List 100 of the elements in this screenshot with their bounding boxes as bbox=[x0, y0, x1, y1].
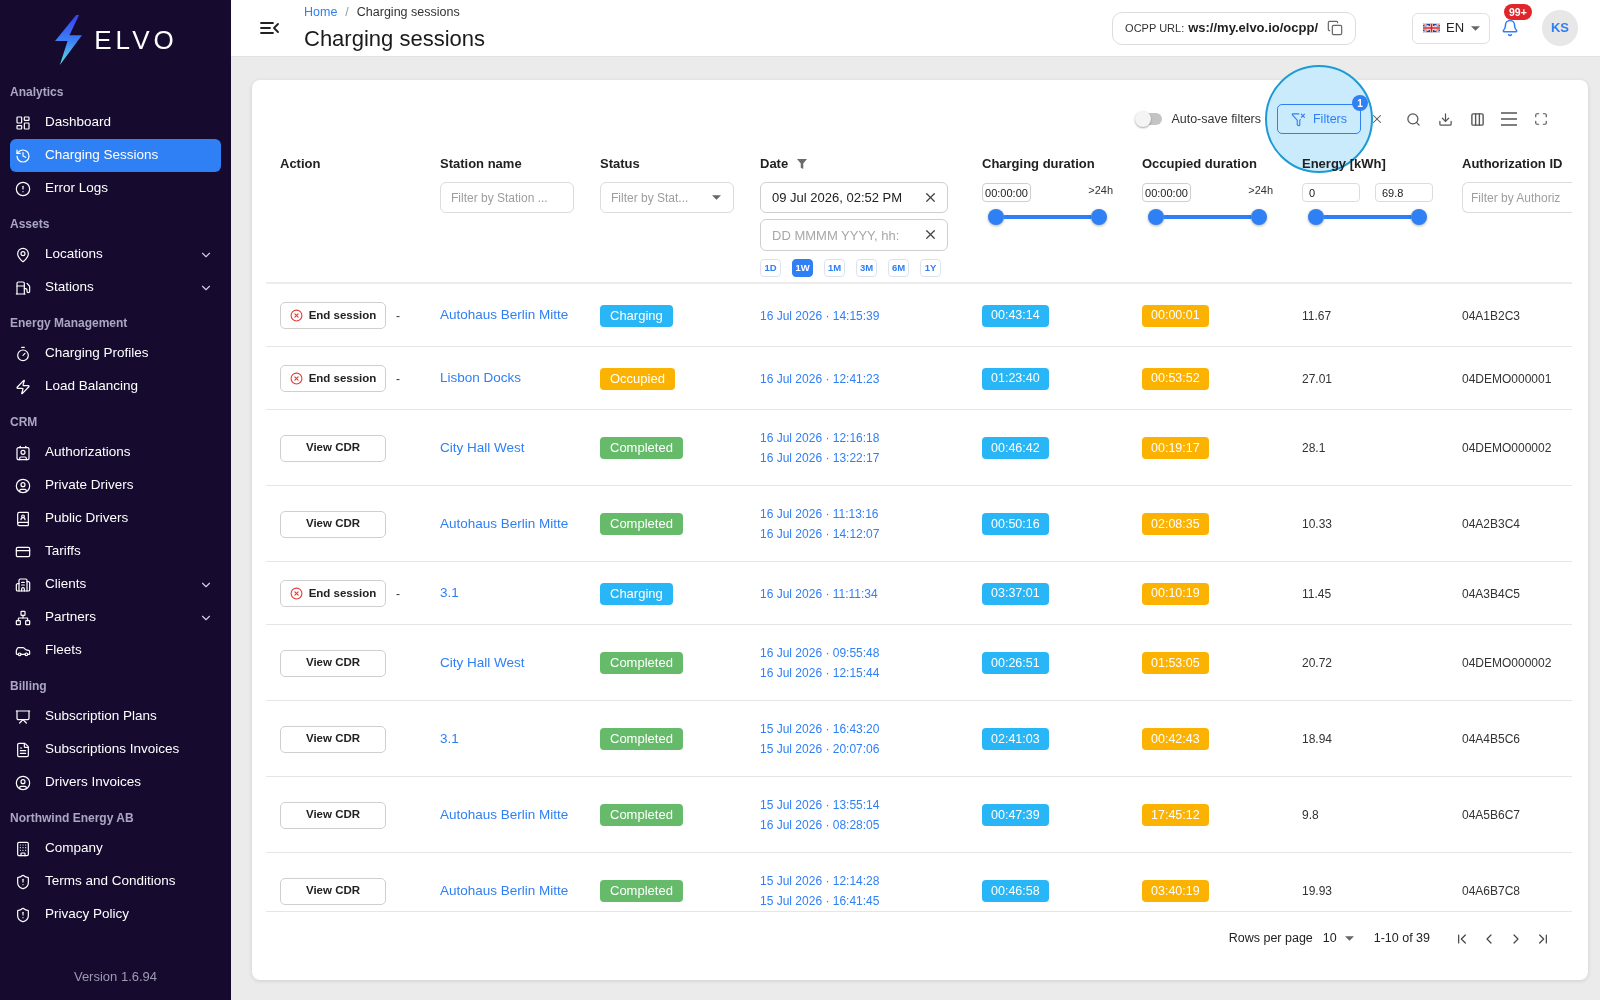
filter-input[interactable]: Filter by Station ... bbox=[440, 182, 574, 213]
station-link[interactable]: Autohaus Berlin Mitte bbox=[440, 804, 569, 826]
filter-input[interactable]: Filter by Authoriz bbox=[1462, 182, 1572, 213]
date-from-input[interactable]: 09 Jul 2026, 02:52 PM bbox=[760, 182, 948, 213]
contact-card-icon bbox=[15, 444, 31, 461]
energy-max-input[interactable]: 69.8 bbox=[1375, 183, 1433, 202]
nav-item[interactable]: Load Balancing bbox=[10, 370, 221, 403]
nav-item[interactable]: Fleets bbox=[10, 634, 221, 667]
slider-handle[interactable] bbox=[1251, 209, 1267, 225]
nav-item[interactable]: Partners bbox=[10, 601, 221, 634]
column-header: Date bbox=[760, 155, 789, 174]
nav-item[interactable]: Public Drivers bbox=[10, 502, 221, 535]
notification-bell-icon[interactable] bbox=[1501, 18, 1519, 38]
nav-item[interactable]: Charging Sessions bbox=[10, 139, 221, 172]
lightning-icon bbox=[15, 378, 31, 395]
date-preset-button[interactable]: 1D bbox=[760, 259, 781, 277]
status-badge: Completed bbox=[600, 728, 683, 750]
session-time: 15 Jul 2026 · 20:07:06 bbox=[760, 741, 881, 758]
date-preset-button[interactable]: 1M bbox=[824, 259, 845, 277]
nav-item[interactable]: Clients bbox=[10, 568, 221, 601]
authorization-id: 04A3B4C5 bbox=[1462, 585, 1521, 603]
slider-handle[interactable] bbox=[1091, 209, 1107, 225]
page-range-text: 1-10 of 39 bbox=[1373, 930, 1430, 948]
nav-item[interactable]: Terms and Conditions bbox=[10, 865, 221, 898]
charging-duration-badge: 00:43:14 bbox=[982, 304, 1049, 327]
authorization-id: 04A5B6C7 bbox=[1462, 807, 1521, 824]
nav-item[interactable]: Stations bbox=[10, 271, 221, 304]
slider-handle[interactable] bbox=[1308, 209, 1324, 225]
session-time: 16 Jul 2026 · 11:13:16 bbox=[760, 506, 880, 523]
column-header: Authorization ID bbox=[1462, 155, 1563, 174]
density-lines-icon[interactable] bbox=[1501, 112, 1517, 126]
slider-handle[interactable] bbox=[1148, 209, 1164, 225]
station-link[interactable]: Autohaus Berlin Mitte bbox=[440, 513, 569, 535]
download-icon[interactable] bbox=[1438, 111, 1453, 127]
dash-text: - bbox=[396, 585, 400, 603]
view-cdr-button[interactable]: View CDR bbox=[280, 877, 386, 905]
energy-min-input[interactable]: 0 bbox=[1302, 183, 1360, 202]
nav-item[interactable]: Company bbox=[10, 832, 221, 865]
rows-per-page-select[interactable]: 10 bbox=[1322, 929, 1354, 948]
breadcrumb-link[interactable]: Home bbox=[304, 2, 338, 22]
date-to-input[interactable]: DD MMMM YYYY, hh: bbox=[760, 219, 948, 251]
status-badge: Completed bbox=[600, 880, 683, 902]
search-icon[interactable] bbox=[1406, 111, 1421, 127]
nav-item[interactable]: Authorizations bbox=[10, 436, 221, 469]
occupied-duration-badge: 02:08:35 bbox=[1142, 513, 1209, 535]
nav-item[interactable]: Subscriptions Invoices bbox=[10, 733, 221, 766]
station-link[interactable]: Autohaus Berlin Mitte bbox=[440, 880, 569, 902]
clear-icon[interactable] bbox=[923, 190, 938, 205]
nav-item[interactable]: Dashboard bbox=[10, 106, 221, 139]
occupied-duration-badge: 00:53:52 bbox=[1142, 367, 1209, 390]
nav-item[interactable]: Error Logs bbox=[10, 172, 221, 205]
station-link[interactable]: City Hall West bbox=[440, 437, 525, 459]
nav-item[interactable]: Subscription Plans bbox=[10, 700, 221, 733]
end-session-button[interactable]: End session bbox=[280, 365, 386, 392]
end-session-button[interactable]: End session bbox=[280, 580, 386, 607]
authorization-id: 04DEMO000002 bbox=[1462, 655, 1552, 672]
date-preset-button[interactable]: 1Y bbox=[920, 259, 941, 277]
station-link[interactable]: 3.1 bbox=[440, 583, 459, 604]
energy-value: 19.93 bbox=[1302, 883, 1333, 900]
station-link[interactable]: City Hall West bbox=[440, 652, 525, 674]
duration-min-input[interactable]: 00:00:00 bbox=[982, 183, 1031, 202]
occupied-duration-badge: 01:53:05 bbox=[1142, 652, 1209, 674]
auto-save-toggle[interactable] bbox=[1135, 111, 1164, 127]
view-cdr-button[interactable]: View CDR bbox=[280, 510, 386, 538]
fullscreen-icon[interactable] bbox=[1534, 112, 1548, 126]
nav-item[interactable]: Locations bbox=[10, 238, 221, 271]
nav-item[interactable]: Drivers Invoices bbox=[10, 766, 221, 799]
view-cdr-button[interactable]: View CDR bbox=[280, 434, 386, 462]
slider-handle[interactable] bbox=[988, 209, 1004, 225]
status-badge: Completed bbox=[600, 652, 683, 674]
copy-icon[interactable] bbox=[1327, 20, 1343, 36]
close-icon[interactable] bbox=[1370, 112, 1384, 126]
menu-collapse-icon[interactable] bbox=[260, 20, 280, 36]
duration-min-input[interactable]: 00:00:00 bbox=[1142, 183, 1191, 202]
session-time: 15 Jul 2026 · 16:43:20 bbox=[760, 721, 881, 738]
funnel-icon[interactable] bbox=[797, 159, 808, 169]
slider-handle[interactable] bbox=[1411, 209, 1427, 225]
session-time: 16 Jul 2026 · 14:15:39 bbox=[760, 307, 881, 325]
language-select[interactable]: EN bbox=[1412, 12, 1490, 44]
caret-icon bbox=[712, 195, 721, 200]
nav-item[interactable]: Tariffs bbox=[10, 535, 221, 568]
date-preset-button[interactable]: 6M bbox=[888, 259, 909, 277]
nav-item[interactable]: Charging Profiles bbox=[10, 337, 221, 370]
station-link[interactable]: Autohaus Berlin Mitte bbox=[440, 305, 569, 326]
columns-icon[interactable] bbox=[1470, 111, 1485, 127]
view-cdr-button[interactable]: View CDR bbox=[280, 649, 386, 677]
clear-icon[interactable] bbox=[923, 227, 938, 242]
nav-item[interactable]: Privacy Policy bbox=[10, 898, 221, 931]
station-link[interactable]: 3.1 bbox=[440, 728, 459, 750]
view-cdr-button[interactable]: View CDR bbox=[280, 725, 386, 753]
status-badge: Occupied bbox=[600, 367, 675, 390]
date-preset-button[interactable]: 3M bbox=[856, 259, 877, 277]
station-link[interactable]: Lisbon Docks bbox=[440, 368, 522, 389]
charging-duration-badge: 00:26:51 bbox=[982, 652, 1049, 674]
view-cdr-button[interactable]: View CDR bbox=[280, 801, 386, 829]
nav-item[interactable]: Private Drivers bbox=[10, 469, 221, 502]
user-circle-icon bbox=[15, 477, 31, 494]
end-session-button[interactable]: End session bbox=[280, 302, 386, 329]
date-preset-button[interactable]: 1W bbox=[792, 259, 813, 277]
user-book-icon bbox=[15, 510, 31, 527]
